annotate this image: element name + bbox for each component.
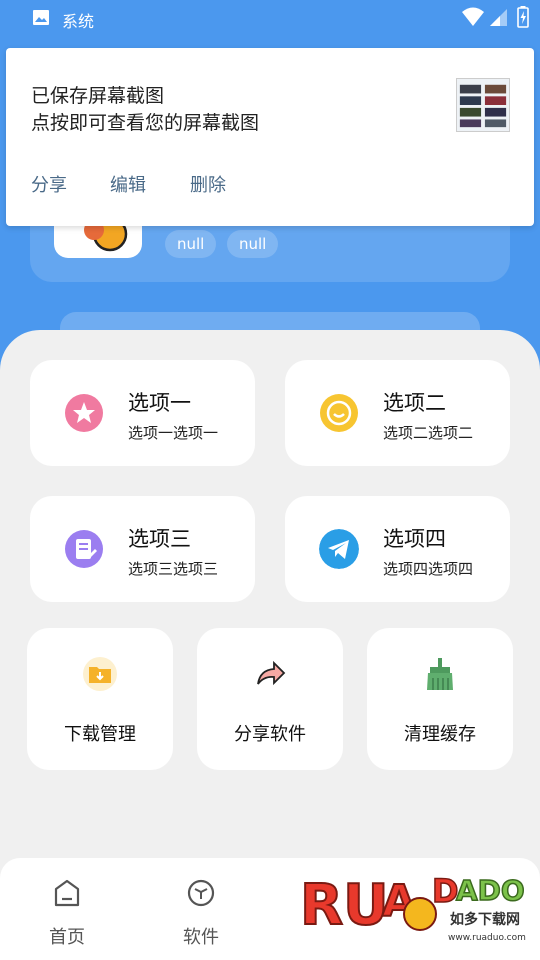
download-folder-icon [83, 657, 117, 691]
tool-label: 分享软件 [234, 724, 306, 745]
status-bar: 系统 [0, 0, 540, 36]
battery-icon [517, 6, 529, 28]
cube-icon [187, 879, 215, 907]
notification-title: 已保存屏幕截图 [31, 85, 165, 107]
status-app-label: 系统 [62, 12, 95, 31]
option-title: 选项一 [128, 391, 191, 415]
svg-text:www.ruaduo.com: www.ruaduo.com [448, 933, 526, 943]
option-subtitle: 选项二选项二 [383, 424, 474, 442]
telegram-icon [319, 529, 359, 569]
share-app-button[interactable]: 分享软件 [197, 628, 343, 770]
broom-icon [427, 658, 453, 690]
wifi-icon [462, 7, 484, 26]
nav-label: 首页 [49, 927, 85, 948]
share-arrow-icon [257, 660, 286, 686]
option-subtitle: 选项三选项三 [128, 560, 219, 578]
svg-text:RU: RU [300, 873, 389, 938]
watermark-logo: RU A D ADO 如多下载网 www.ruaduo.com [300, 871, 526, 943]
share-action-button[interactable]: 分享 [31, 171, 67, 197]
option-title: 选项四 [383, 527, 446, 551]
tool-label: 下载管理 [64, 724, 136, 745]
clear-cache-button[interactable]: 清理缓存 [367, 628, 513, 770]
svg-text:D: D [432, 872, 459, 910]
svg-text:如多下载网: 如多下载网 [450, 911, 520, 928]
home-icon [54, 879, 80, 907]
option-card-3[interactable]: 选项三 选项三选项三 [30, 496, 255, 602]
tool-label: 清理缓存 [404, 724, 476, 745]
nav-home[interactable]: 首页 [22, 858, 112, 960]
svg-text:ADO: ADO [456, 874, 525, 907]
tag-chip: null [227, 230, 279, 258]
signal-icon [490, 9, 507, 26]
screenshot-thumbnail[interactable] [456, 78, 510, 132]
document-icon [65, 530, 103, 568]
option-title: 选项二 [383, 391, 446, 415]
star-icon [65, 394, 103, 432]
option-subtitle: 选项一选项一 [128, 424, 219, 442]
option-title: 选项三 [128, 527, 191, 551]
option-subtitle: 选项四选项四 [383, 560, 474, 578]
delete-action-button[interactable]: 删除 [190, 171, 226, 197]
screenshot-notification[interactable]: 已保存屏幕截图 点按即可查看您的屏幕截图 分享 编辑 删除 [6, 48, 534, 226]
option-card-1[interactable]: 选项一 选项一选项一 [30, 360, 255, 466]
notification-text: 点按即可查看您的屏幕截图 [31, 112, 260, 134]
nav-software[interactable]: 软件 [156, 858, 246, 960]
chat-bubble-icon [320, 394, 358, 432]
image-icon [33, 10, 49, 25]
nav-label: 软件 [183, 927, 219, 948]
option-card-4[interactable]: 选项四 选项四选项四 [285, 496, 510, 602]
tag-chip: null [165, 230, 217, 258]
download-manager-button[interactable]: 下载管理 [27, 628, 173, 770]
option-card-2[interactable]: 选项二 选项二选项二 [285, 360, 510, 466]
edit-action-button[interactable]: 编辑 [110, 171, 146, 197]
